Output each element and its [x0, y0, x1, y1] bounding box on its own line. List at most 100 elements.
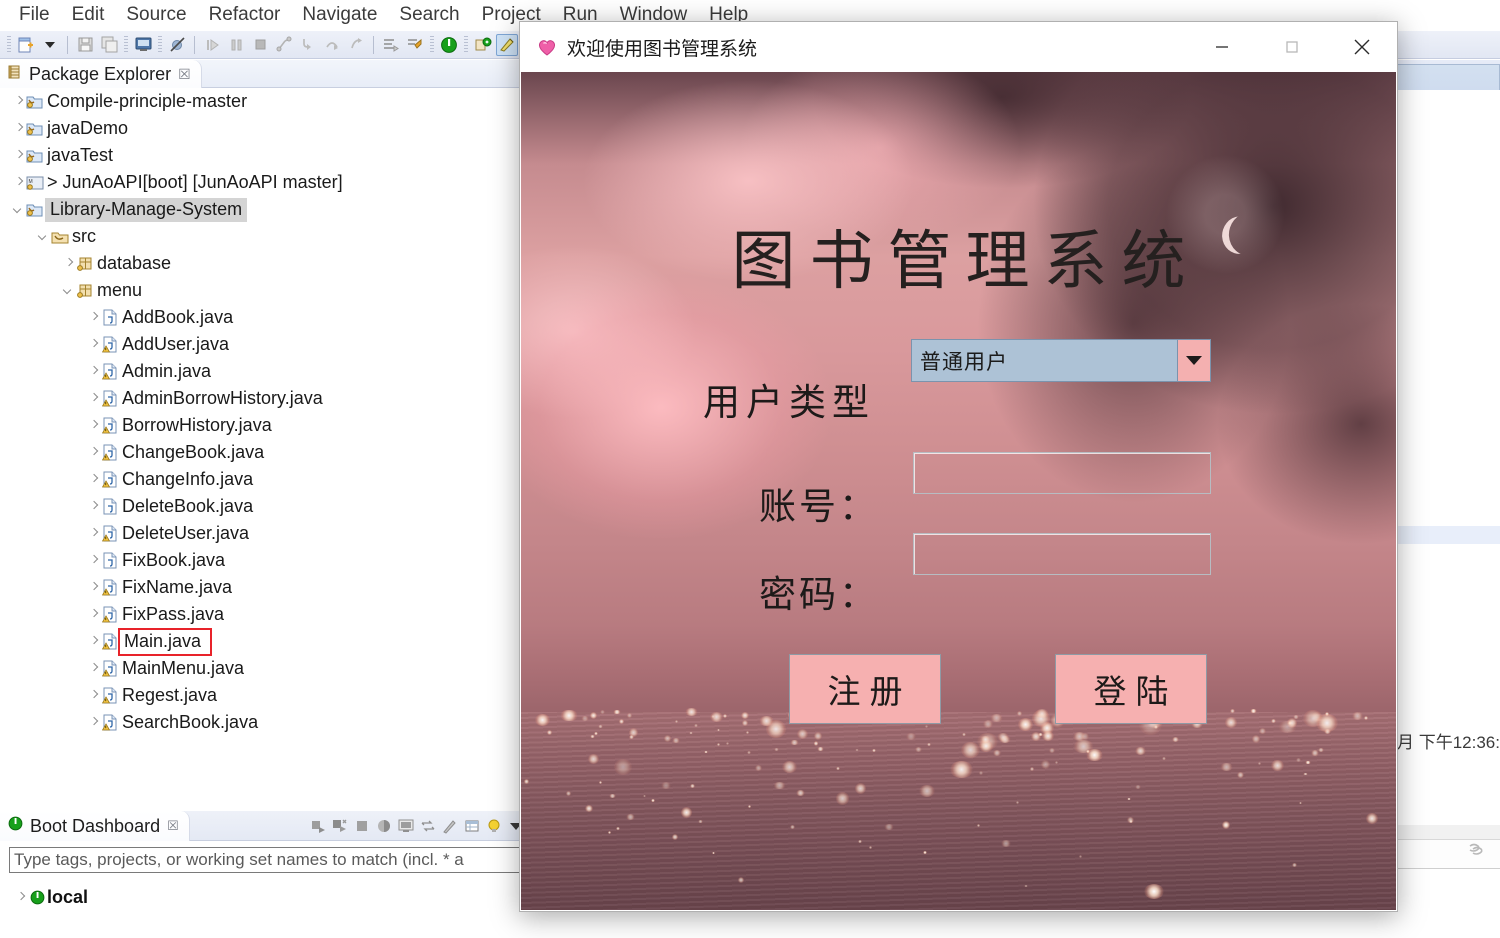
account-input[interactable]	[913, 452, 1211, 494]
new-wizard-icon[interactable]	[15, 34, 37, 56]
chevron-right-icon[interactable]	[87, 338, 100, 351]
debug-icon[interactable]	[331, 818, 348, 835]
skip-breakpoints-icon[interactable]	[166, 34, 188, 56]
menu-item-search[interactable]: Search	[388, 2, 470, 30]
boot-run-icon[interactable]	[438, 34, 460, 56]
chevron-right-icon[interactable]	[87, 392, 100, 405]
request-mapping-icon[interactable]	[419, 818, 436, 835]
chevron-down-icon[interactable]	[62, 284, 75, 297]
menu-item-navigate[interactable]: Navigate	[291, 2, 388, 30]
save-icon[interactable]	[74, 34, 96, 56]
boot-dashboard-tab-chip[interactable]: Boot Dashboard ☒	[0, 811, 190, 841]
chevron-right-icon[interactable]	[87, 689, 100, 702]
dialog-title-bar[interactable]: 欢迎使用图书管理系统	[520, 22, 1397, 72]
close-icon[interactable]: ☒	[178, 66, 191, 83]
boot-dashboard-item-local[interactable]: local	[0, 883, 88, 911]
chevron-right-icon[interactable]	[12, 95, 25, 108]
menu-item-source[interactable]: Source	[115, 2, 197, 30]
chevron-right-icon[interactable]	[12, 176, 25, 189]
chevron-right-icon[interactable]	[87, 581, 100, 594]
edit-icon[interactable]	[441, 818, 458, 835]
chevron-right-icon[interactable]	[87, 419, 100, 432]
properties-icon[interactable]	[463, 818, 480, 835]
tree-item[interactable]: M > JunAoAPI [boot] [JunAoAPI master]	[0, 169, 530, 196]
boot-dashboard-filter-input[interactable]: Type tags, projects, or working set name…	[9, 847, 522, 873]
toolbar-grip-3[interactable]	[158, 35, 162, 54]
tree-item[interactable]: AddBook.java	[0, 304, 530, 331]
toolbar-grip[interactable]	[7, 35, 11, 54]
chevron-right-icon[interactable]	[62, 257, 75, 270]
menu-item-refactor[interactable]: Refactor	[198, 2, 292, 30]
close-icon[interactable]: ☒	[167, 818, 179, 834]
chevron-right-icon[interactable]	[87, 554, 100, 567]
new-java-package-icon[interactable]	[472, 34, 494, 56]
chevron-right-icon[interactable]	[14, 891, 27, 904]
run-last-tool-icon[interactable]	[380, 34, 402, 56]
tree-item[interactable]: menu	[0, 277, 530, 304]
register-button[interactable]: 注册	[789, 654, 941, 724]
tree-item[interactable]: AdminBorrowHistory.java	[0, 385, 530, 412]
tree-item[interactable]: Library-Manage-System	[0, 196, 530, 223]
disconnect-icon[interactable]	[273, 34, 295, 56]
tree-item[interactable]: javaTest	[0, 142, 530, 169]
resume-icon[interactable]	[201, 34, 223, 56]
close-button[interactable]	[1327, 22, 1397, 72]
step-return-icon[interactable]	[345, 34, 367, 56]
new-java-class-icon[interactable]	[496, 33, 518, 56]
menu-item-file[interactable]: File	[8, 2, 61, 30]
tree-item[interactable]: FixName.java	[0, 574, 530, 601]
chevron-right-icon[interactable]	[87, 446, 100, 459]
tree-item[interactable]: MainMenu.java	[0, 655, 530, 682]
suspend-icon[interactable]	[225, 34, 247, 56]
stop-icon[interactable]	[353, 818, 370, 835]
tree-item[interactable]: AddUser.java	[0, 331, 530, 358]
external-tools-icon[interactable]	[404, 34, 426, 56]
menu-item-edit[interactable]: Edit	[61, 2, 116, 30]
console-toggle-icon[interactable]	[132, 34, 154, 56]
tree-item[interactable]: Regest.java	[0, 682, 530, 709]
chevron-right-icon[interactable]	[87, 311, 100, 324]
chevron-right-icon[interactable]	[87, 608, 100, 621]
tree-item[interactable]: Compile-principle-master	[0, 88, 530, 115]
tree-item[interactable]: FixPass.java	[0, 601, 530, 628]
step-into-icon[interactable]	[297, 34, 319, 56]
chevron-down-icon[interactable]	[1177, 340, 1210, 381]
editor-tab-active[interactable]	[1390, 64, 1500, 90]
maximize-button[interactable]	[1257, 22, 1327, 72]
tree-item[interactable]: Admin.java	[0, 358, 530, 385]
save-all-icon[interactable]	[98, 34, 120, 56]
chevron-right-icon[interactable]	[12, 122, 25, 135]
chevron-right-icon[interactable]	[87, 716, 100, 729]
tree-item[interactable]: database	[0, 250, 530, 277]
new-wizard-dropdown-icon[interactable]	[39, 34, 61, 56]
chevron-right-icon[interactable]	[87, 473, 100, 486]
tree-item[interactable]: BorrowHistory.java	[0, 412, 530, 439]
tree-item[interactable]: FixBook.java	[0, 547, 530, 574]
toolbar-grip-4[interactable]	[430, 35, 434, 54]
tree-item[interactable]: DeleteBook.java	[0, 493, 530, 520]
minimize-button[interactable]	[1187, 22, 1257, 72]
toolbar-grip-5[interactable]	[464, 35, 468, 54]
chevron-right-icon[interactable]	[87, 500, 100, 513]
tree-item[interactable]: ChangeBook.java	[0, 439, 530, 466]
chevron-right-icon[interactable]	[12, 149, 25, 162]
tree-item[interactable]: javaDemo	[0, 115, 530, 142]
tree-item[interactable]: Main.java	[0, 627, 530, 656]
tree-item[interactable]: src	[0, 223, 530, 250]
package-explorer-tab[interactable]: Package Explorer ☒	[0, 60, 530, 88]
tree-item[interactable]: DeleteUser.java	[0, 520, 530, 547]
login-button[interactable]: 登陆	[1055, 654, 1207, 724]
chevron-right-icon[interactable]	[87, 365, 100, 378]
start-icon[interactable]	[309, 818, 326, 835]
toolbar-grip-2[interactable]	[124, 35, 128, 54]
password-input[interactable]	[913, 533, 1211, 575]
restart-icon[interactable]	[375, 818, 392, 835]
tree-item[interactable]: ChangeInfo.java	[0, 466, 530, 493]
step-over-icon[interactable]	[321, 34, 343, 56]
user-type-select[interactable]: 普通用户	[911, 339, 1211, 382]
chevron-right-icon[interactable]	[87, 662, 100, 675]
chevron-right-icon[interactable]	[87, 527, 100, 540]
chevron-down-icon[interactable]	[37, 230, 50, 243]
chevron-right-icon[interactable]	[87, 635, 100, 648]
terminate-icon[interactable]	[249, 34, 271, 56]
